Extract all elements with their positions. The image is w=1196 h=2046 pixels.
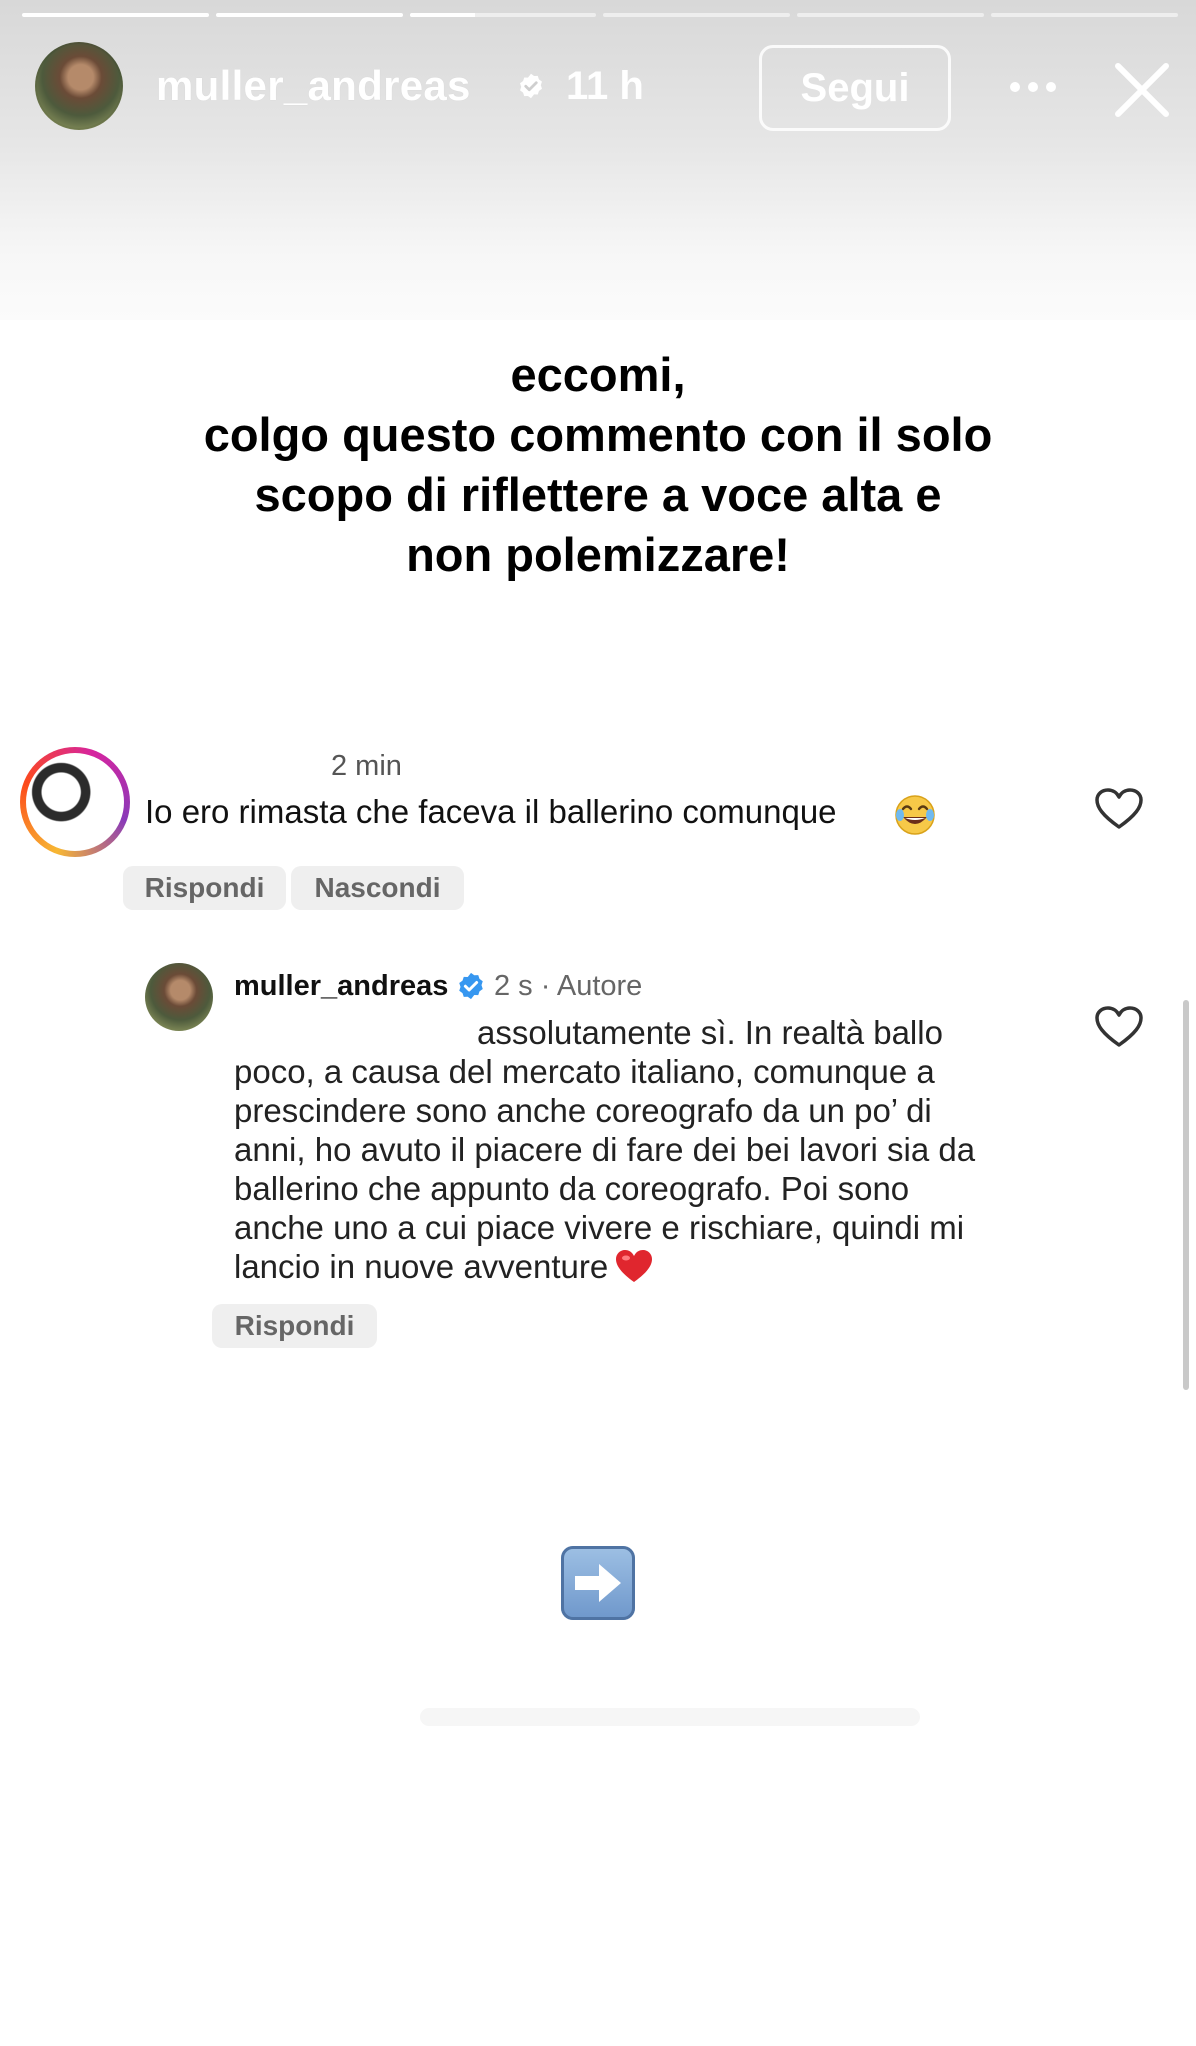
story-progress-bar [22, 13, 1178, 18]
like-heart-icon[interactable] [1094, 1005, 1144, 1049]
reply-line: assolutamente sì. In realtà ballo [477, 1014, 943, 1051]
progress-segment [22, 13, 209, 17]
like-heart-icon[interactable] [1094, 787, 1144, 831]
story-username[interactable]: muller_andreas [156, 62, 471, 110]
profile-avatar[interactable] [35, 42, 123, 130]
headline-line: scopo di riflettere a voce alta e [254, 468, 942, 521]
reply-input-ghost [420, 1708, 920, 1726]
reply-line-last: lancio in nuove avventure [234, 1247, 1054, 1286]
more-icon[interactable] [1008, 80, 1058, 94]
story-time: 11 h [566, 64, 644, 108]
close-icon[interactable] [1112, 60, 1172, 120]
reply-line: anche uno a cui piace vivere e rischiare… [234, 1209, 965, 1246]
reply-line: anni, ho avuto il piacere di fare dei be… [234, 1131, 976, 1168]
headline-line: colgo questo commento con il solo [203, 408, 993, 461]
reply-button[interactable]: Rispondi [212, 1304, 377, 1348]
red-heart-icon [616, 1250, 653, 1282]
arrow-glyph [575, 1564, 621, 1602]
comment-time: 2 min [331, 750, 402, 782]
reply-line: ballerino che appunto da coreografo. Poi… [234, 1170, 910, 1207]
avatar-photo [30, 757, 108, 835]
headline-line: eccomi, [510, 348, 686, 401]
progress-segment [797, 13, 985, 17]
reply-username[interactable]: muller_andreas [234, 970, 448, 1003]
reply-button[interactable]: Rispondi [123, 866, 286, 910]
verified-icon [520, 73, 542, 99]
reply-line: prescindere sono anche coreografo da un … [234, 1092, 932, 1129]
commenter-avatar[interactable] [20, 747, 130, 857]
reply-line: poco, a causa del mercato italiano, comu… [234, 1053, 935, 1090]
right-arrow-icon [561, 1546, 635, 1620]
comment-text: Io ero rimasta che faceva il ballerino c… [145, 793, 837, 830]
story-headline: eccomi, colgo questo commento con il sol… [100, 345, 1096, 585]
progress-segment [991, 13, 1178, 17]
reply-avatar[interactable] [145, 963, 213, 1031]
reply-line-text: lancio in nuove avventure [234, 1248, 609, 1285]
laughing-emoji-icon [895, 795, 935, 835]
hide-button[interactable]: Nascondi [291, 866, 464, 910]
progress-segment-current [409, 13, 597, 17]
verified-icon [459, 972, 483, 1000]
progress-segment [215, 13, 403, 17]
reply-meta: 2 s · Autore [494, 970, 643, 1002]
scrollbar[interactable] [1183, 1000, 1189, 1390]
follow-button[interactable]: Segui [759, 45, 951, 131]
progress-segment [603, 13, 791, 17]
reply-text: assolutamente sì. In realtà ballo poco, … [234, 1013, 1054, 1286]
headline-line: non polemizzare! [406, 528, 790, 581]
story-header-area [0, 0, 1196, 320]
